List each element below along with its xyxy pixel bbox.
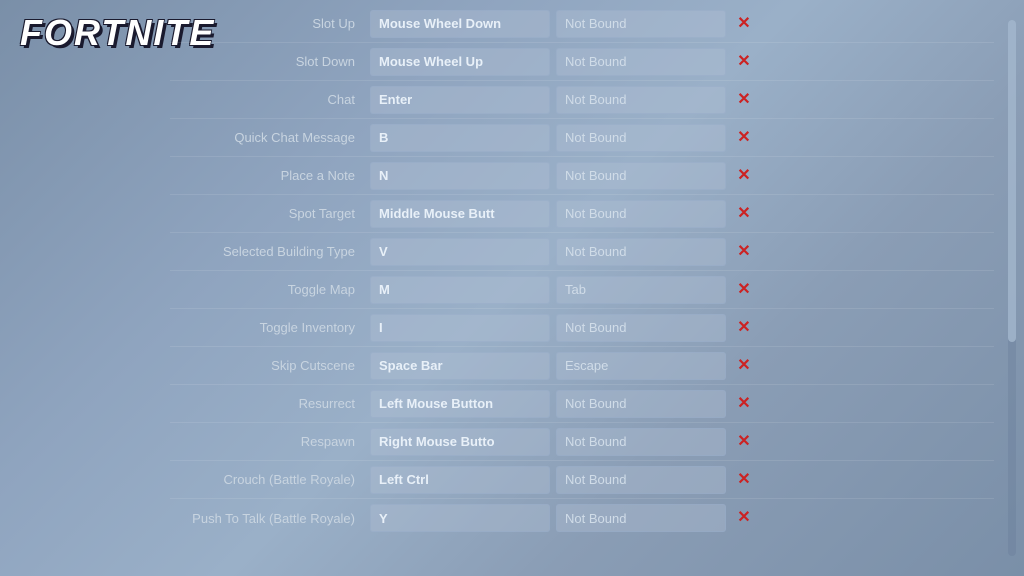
keybind-row: Slot Up ✕ (170, 5, 994, 43)
action-label: Selected Building Type (170, 244, 370, 259)
x-icon: ✕ (737, 396, 750, 412)
primary-keybind-input[interactable] (370, 200, 550, 228)
x-icon: ✕ (737, 168, 750, 184)
reset-keybind-button[interactable]: ✕ (732, 320, 756, 336)
reset-keybind-button[interactable]: ✕ (732, 206, 756, 222)
secondary-keybind-input[interactable] (556, 314, 726, 342)
action-label: Slot Down (170, 54, 370, 69)
x-icon: ✕ (737, 54, 750, 70)
secondary-keybind-input[interactable] (556, 48, 726, 76)
secondary-keybind-input[interactable] (556, 10, 726, 38)
reset-keybind-button[interactable]: ✕ (732, 282, 756, 298)
keybind-row: Respawn ✕ (170, 423, 994, 461)
action-label: Quick Chat Message (170, 130, 370, 145)
secondary-keybind-input[interactable] (556, 124, 726, 152)
secondary-keybind-input[interactable] (556, 276, 726, 304)
primary-keybind-input[interactable] (370, 124, 550, 152)
primary-keybind-input[interactable] (370, 314, 550, 342)
x-icon: ✕ (737, 434, 750, 450)
keybind-row: Spot Target ✕ (170, 195, 994, 233)
reset-keybind-button[interactable]: ✕ (732, 92, 756, 108)
keybind-row: Quick Chat Message ✕ (170, 119, 994, 157)
primary-keybind-input[interactable] (370, 162, 550, 190)
keybind-row: Selected Building Type ✕ (170, 233, 994, 271)
primary-keybind-input[interactable] (370, 276, 550, 304)
secondary-keybind-input[interactable] (556, 428, 726, 456)
secondary-keybind-input[interactable] (556, 86, 726, 114)
keybind-row: Skip Cutscene ✕ (170, 347, 994, 385)
reset-keybind-button[interactable]: ✕ (732, 434, 756, 450)
primary-keybind-input[interactable] (370, 428, 550, 456)
action-label: Skip Cutscene (170, 358, 370, 373)
reset-keybind-button[interactable]: ✕ (732, 130, 756, 146)
x-icon: ✕ (737, 244, 750, 260)
reset-keybind-button[interactable]: ✕ (732, 510, 756, 526)
action-label: Resurrect (170, 396, 370, 411)
x-icon: ✕ (737, 206, 750, 222)
x-icon: ✕ (737, 510, 750, 526)
reset-keybind-button[interactable]: ✕ (732, 396, 756, 412)
secondary-keybind-input[interactable] (556, 352, 726, 380)
action-label: Slot Up (170, 16, 370, 31)
keybind-row: Resurrect ✕ (170, 385, 994, 423)
keybind-row: Push To Talk (Battle Royale) ✕ (170, 499, 994, 537)
x-icon: ✕ (737, 92, 750, 108)
keybind-row: Crouch (Battle Royale) ✕ (170, 461, 994, 499)
keybind-row: Toggle Inventory ✕ (170, 309, 994, 347)
x-icon: ✕ (737, 472, 750, 488)
primary-keybind-input[interactable] (370, 504, 550, 532)
secondary-keybind-input[interactable] (556, 162, 726, 190)
x-icon: ✕ (737, 358, 750, 374)
scrollbar[interactable] (1008, 20, 1016, 556)
scrollbar-thumb (1008, 20, 1016, 342)
secondary-keybind-input[interactable] (556, 200, 726, 228)
keybind-row: Chat ✕ (170, 81, 994, 119)
primary-keybind-input[interactable] (370, 48, 550, 76)
action-label: Crouch (Battle Royale) (170, 472, 370, 487)
x-icon: ✕ (737, 130, 750, 146)
secondary-keybind-input[interactable] (556, 238, 726, 266)
x-icon: ✕ (737, 282, 750, 298)
keybind-row: Slot Down ✕ (170, 43, 994, 81)
reset-keybind-button[interactable]: ✕ (732, 358, 756, 374)
x-icon: ✕ (737, 16, 750, 32)
reset-keybind-button[interactable]: ✕ (732, 244, 756, 260)
primary-keybind-input[interactable] (370, 86, 550, 114)
secondary-keybind-input[interactable] (556, 466, 726, 494)
action-label: Spot Target (170, 206, 370, 221)
reset-keybind-button[interactable]: ✕ (732, 54, 756, 70)
action-label: Toggle Map (170, 282, 370, 297)
reset-keybind-button[interactable]: ✕ (732, 168, 756, 184)
action-label: Place a Note (170, 168, 370, 183)
action-label: Toggle Inventory (170, 320, 370, 335)
primary-keybind-input[interactable] (370, 352, 550, 380)
secondary-keybind-input[interactable] (556, 504, 726, 532)
reset-keybind-button[interactable]: ✕ (732, 472, 756, 488)
primary-keybind-input[interactable] (370, 10, 550, 38)
action-label: Chat (170, 92, 370, 107)
keybind-row: Toggle Map ✕ (170, 271, 994, 309)
keybind-container: Slot Up✕Slot Down✕Chat✕Quick Chat Messag… (160, 0, 1024, 576)
keybind-row: Place a Note ✕ (170, 157, 994, 195)
primary-keybind-input[interactable] (370, 238, 550, 266)
primary-keybind-input[interactable] (370, 466, 550, 494)
action-label: Push To Talk (Battle Royale) (170, 511, 370, 526)
x-icon: ✕ (737, 320, 750, 336)
secondary-keybind-input[interactable] (556, 390, 726, 418)
reset-keybind-button[interactable]: ✕ (732, 16, 756, 32)
action-label: Respawn (170, 434, 370, 449)
primary-keybind-input[interactable] (370, 390, 550, 418)
